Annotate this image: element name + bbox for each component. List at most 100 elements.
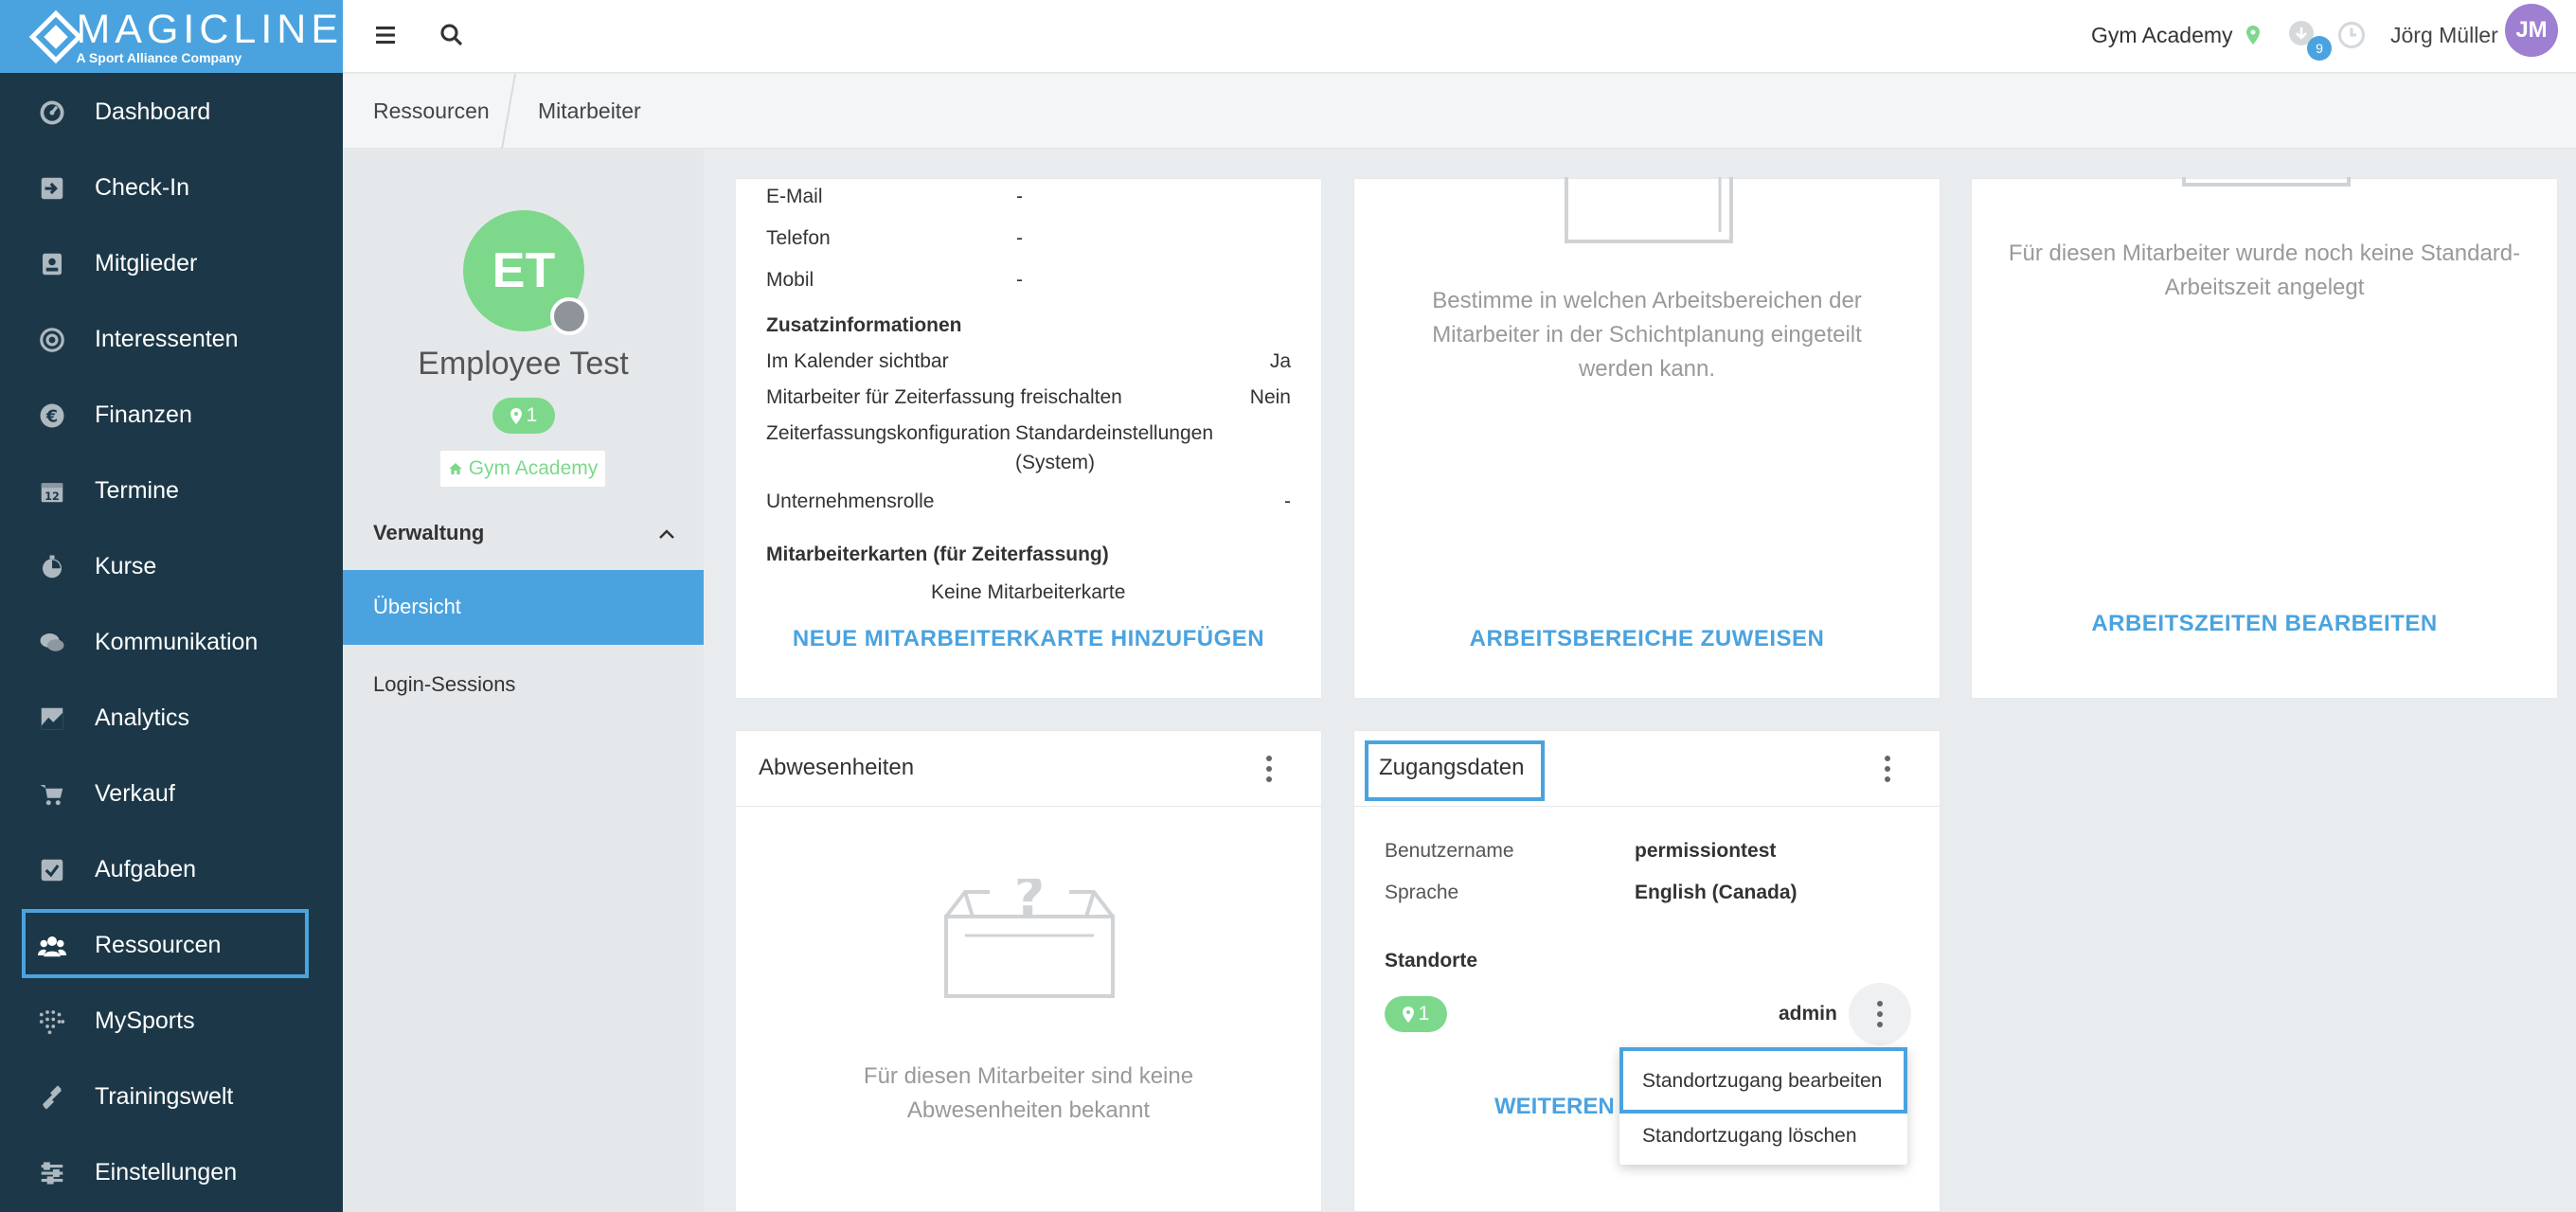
extra-info-title: Zusatzinformationen: [766, 314, 962, 336]
calendar-visible-value: Ja: [1269, 350, 1291, 372]
search-icon[interactable]: [438, 21, 468, 51]
breadcrumb-mitarbeiter[interactable]: Mitarbeiter: [538, 98, 641, 124]
avatar[interactable]: JM: [2505, 4, 2558, 57]
title-highlight-box: [1365, 740, 1545, 801]
sidebar-item-verkauf[interactable]: Verkauf: [0, 756, 343, 831]
empty-box-question-icon: ?: [944, 879, 1115, 998]
sidebar-item-trainingswelt[interactable]: Trainingswelt: [0, 1059, 343, 1134]
active-nav-highlight: [22, 909, 309, 978]
sidebar-item-interessenten[interactable]: Interessenten: [0, 301, 343, 377]
profile-panel: ET Employee Test 1 Gym Academy Verwaltun…: [343, 150, 704, 1212]
working-hours-text-1: Für diesen Mitarbeiter wurde noch keine …: [2008, 241, 2521, 266]
section-verwaltung[interactable]: Verwaltung: [373, 521, 484, 545]
work-areas-text-2: Mitarbeiter in der Schichtplanung einget…: [1432, 322, 1862, 348]
calendar-icon: 12: [38, 477, 66, 506]
sidebar-item-label: Dashboard: [95, 98, 211, 125]
svg-text:€: €: [45, 407, 58, 426]
add-employee-card-button[interactable]: NEUE MITARBEITERKARTE HINZUFÜGEN: [736, 626, 1321, 652]
chart-icon: [38, 704, 66, 733]
mobile-label: Mobil: [766, 269, 814, 291]
language-label: Sprache: [1385, 882, 1459, 903]
magicline-logo-icon: [28, 9, 83, 64]
absences-empty-text-1: Für diesen Mitarbeiter sind keine: [863, 1063, 1194, 1089]
location-count-badge: 1: [1385, 996, 1447, 1032]
sidebar-item-label: Kommunikation: [95, 629, 259, 655]
employee-name: Employee Test: [418, 346, 629, 382]
sidebar-item-kommunikation[interactable]: Kommunikation: [0, 604, 343, 680]
clock-icon[interactable]: [2337, 21, 2366, 49]
company-role-value: -: [1284, 490, 1291, 512]
sidebar-item-label: Termine: [95, 477, 179, 504]
absences-card: Abwesenheiten ? Für diesen Mitarbeiter s…: [735, 730, 1322, 1212]
location-pin-icon: [1402, 1006, 1414, 1023]
delete-location-access-item[interactable]: Standortzugang löschen: [1642, 1125, 1857, 1148]
prospects-icon: [38, 326, 66, 354]
dashboard-icon: [38, 98, 66, 127]
gym-tag-label: Gym Academy: [468, 457, 599, 479]
gym-tag: Gym Academy: [440, 451, 605, 487]
tab-login-sessions[interactable]: Login-Sessions: [373, 672, 515, 697]
sidebar-item-label: Check-In: [95, 174, 190, 201]
location-access-dropdown: Standortzugang bearbeiten Standortzugang…: [1619, 1047, 1907, 1165]
sidebar-item-termine[interactable]: 12 Termine: [0, 453, 343, 528]
language-value: English (Canada): [1635, 882, 1798, 903]
sidebar-item-finanzen[interactable]: € Finanzen: [0, 377, 343, 453]
home-icon: [449, 463, 462, 474]
empty-box-icon: [2182, 177, 2351, 187]
chevron-up-icon[interactable]: [655, 523, 678, 545]
sidebar-item-analytics[interactable]: Analytics: [0, 680, 343, 756]
sidebar-item-label: MySports: [95, 1007, 195, 1034]
email-value: -: [1016, 186, 1023, 207]
status-dot: [550, 297, 588, 335]
absences-empty-text-2: Abwesenheiten bekannt: [906, 1097, 1151, 1123]
chat-icon: [38, 629, 66, 657]
more-access-button[interactable]: WEITEREN Z: [1494, 1095, 1635, 1119]
calendar-visible-label: Im Kalender sichtbar: [766, 350, 949, 372]
sidebar-item-label: Mitglieder: [95, 250, 198, 276]
brand-logo[interactable]: MAGICLINE A Sport Alliance Company: [0, 0, 343, 73]
euro-icon: €: [38, 401, 66, 430]
hamburger-menu-icon[interactable]: [371, 21, 402, 51]
phone-value: -: [1016, 227, 1023, 249]
top-bar: Gym Academy 9 Jörg Müller JM: [343, 0, 2576, 73]
time-tracking-label: Mitarbeiter für Zeiterfassung freischalt…: [766, 386, 1122, 408]
location-pin-icon: [510, 407, 522, 424]
svg-text:12: 12: [45, 490, 60, 503]
sidebar-item-aufgaben[interactable]: Aufgaben: [0, 831, 343, 907]
breadcrumb-ressourcen[interactable]: Ressourcen: [373, 98, 490, 124]
tab-ubersicht[interactable]: Übersicht: [343, 570, 704, 645]
brand-name: MAGICLINE: [76, 6, 343, 52]
absences-more-icon[interactable]: [1255, 750, 1283, 788]
absences-card-header: Abwesenheiten: [736, 731, 1321, 807]
location-count-badge: 1: [492, 398, 555, 434]
email-label: E-Mail: [766, 186, 823, 207]
sidebar-item-einstellungen[interactable]: Einstellungen: [0, 1134, 343, 1210]
sidebar-item-label: Analytics: [95, 704, 190, 731]
courses-icon: [38, 553, 66, 581]
brand-tagline: A Sport Alliance Company: [76, 49, 242, 65]
sidebar-item-check-in[interactable]: Check-In: [0, 150, 343, 225]
sidebar-item-label: Trainingswelt: [95, 1083, 234, 1110]
assign-work-areas-button[interactable]: ARBEITSBEREICHE ZUWEISEN: [1354, 626, 1940, 652]
absences-title: Abwesenheiten: [759, 755, 915, 780]
svg-text:?: ?: [1014, 879, 1045, 928]
sidebar-item-mysports[interactable]: MySports: [0, 983, 343, 1059]
sidebar-item-dashboard[interactable]: Dashboard: [0, 74, 343, 150]
sidebar-item-label: Kurse: [95, 553, 157, 579]
gym-selector[interactable]: Gym Academy: [2091, 23, 2260, 48]
sidebar-item-mitglieder[interactable]: Mitglieder: [0, 225, 343, 301]
employee-cards-empty: Keine Mitarbeiterkarte: [931, 581, 1126, 603]
check-in-icon: [38, 174, 66, 203]
sidebar-item-label: Finanzen: [95, 401, 192, 428]
work-areas-card: Bestimme in welchen Arbeitsbereichen der…: [1353, 177, 1941, 699]
edit-location-access-item[interactable]: Standortzugang bearbeiten: [1619, 1047, 1907, 1114]
edit-working-hours-button[interactable]: ARBEITSZEITEN BEARBEITEN: [1972, 611, 2557, 637]
role-value: admin: [1779, 1003, 1837, 1025]
access-data-more-icon[interactable]: [1873, 750, 1902, 788]
dumbbell-icon: [38, 1083, 66, 1112]
location-access-more-icon[interactable]: [1849, 983, 1911, 1045]
sidebar-item-kurse[interactable]: Kurse: [0, 528, 343, 604]
cart-icon: [38, 780, 66, 809]
downloads-button[interactable]: 9: [2284, 19, 2332, 61]
user-name[interactable]: Jörg Müller: [2390, 23, 2498, 48]
